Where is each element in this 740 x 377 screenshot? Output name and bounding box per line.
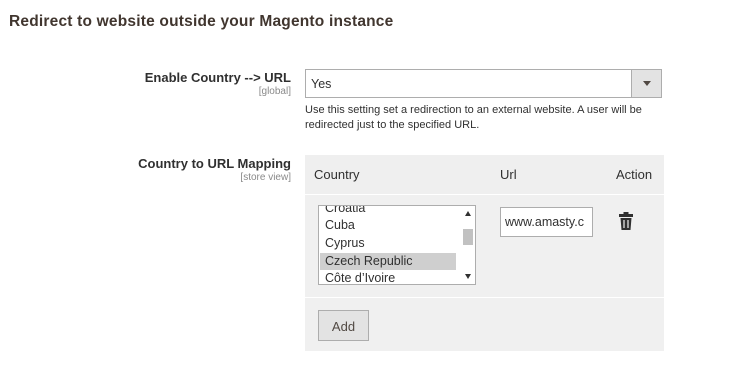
- enable-country-url-select[interactable]: Yes: [305, 69, 662, 98]
- add-button[interactable]: Add: [318, 310, 369, 341]
- url-input[interactable]: [500, 207, 593, 237]
- country-option[interactable]: Cyprus: [320, 235, 456, 252]
- url-column-header: Url: [500, 167, 517, 182]
- country-option[interactable]: Côte d’Ivoire: [320, 270, 456, 284]
- listbox-scrollbar[interactable]: [461, 206, 475, 284]
- mapping-scope-label: [store view]: [240, 172, 291, 183]
- country-multiselect[interactable]: Croatia Cuba Cyprus Czech Republic Côte …: [318, 205, 476, 285]
- enable-country-url-label: Enable Country --> URL: [144, 70, 291, 85]
- grid-header: Country Url Action: [305, 155, 664, 195]
- select-dropdown-button[interactable]: [631, 70, 661, 97]
- section-title: Redirect to website outside your Magento…: [9, 13, 394, 30]
- enable-field-hint: Use this setting set a redirection to an…: [305, 104, 642, 131]
- country-option[interactable]: Cuba: [320, 217, 456, 234]
- mapping-row: Croatia Cuba Cyprus Czech Republic Côte …: [305, 195, 664, 298]
- country-url-mapping-grid: Country Url Action Croatia Cuba Cyprus C…: [305, 155, 664, 351]
- country-option[interactable]: Croatia: [320, 206, 456, 217]
- enable-scope-label: [global]: [258, 86, 291, 97]
- scroll-down-icon[interactable]: [465, 274, 471, 279]
- trash-icon[interactable]: [619, 212, 633, 230]
- select-value: Yes: [311, 77, 332, 91]
- scroll-up-icon[interactable]: [465, 211, 471, 216]
- action-column-header: Action: [616, 167, 653, 182]
- country-option-selected[interactable]: Czech Republic: [320, 253, 456, 270]
- chevron-down-icon: [643, 81, 651, 86]
- country-column-header: Country: [314, 167, 360, 182]
- country-url-mapping-label: Country to URL Mapping: [138, 156, 291, 171]
- scroll-thumb[interactable]: [463, 229, 473, 245]
